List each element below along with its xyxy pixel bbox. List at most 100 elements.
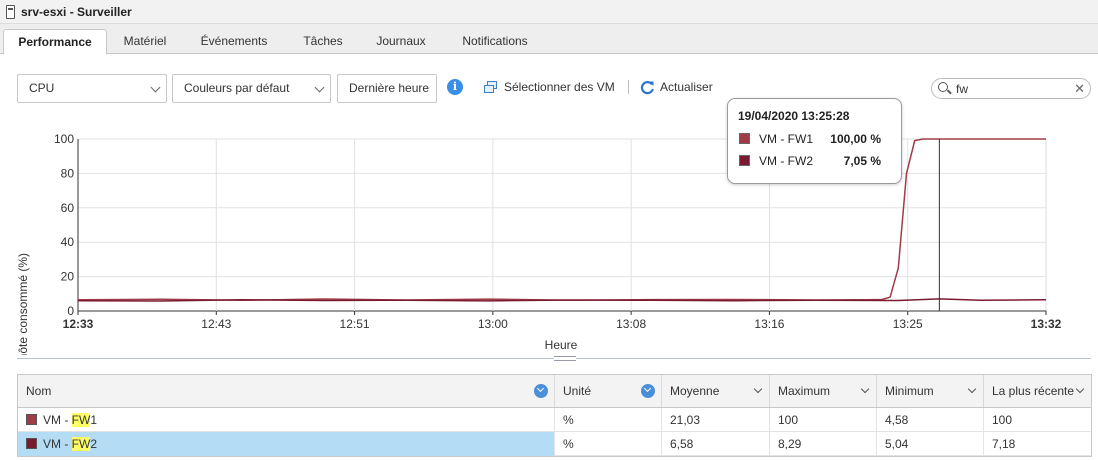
column-header-name[interactable]: Nom	[18, 375, 555, 407]
y-tick-label: 80	[61, 166, 75, 180]
tab-journaux[interactable]: Journaux	[366, 29, 436, 54]
column-menu-icon[interactable]	[534, 384, 548, 398]
column-header-label: Moyenne	[670, 384, 720, 398]
column-menu-icon[interactable]	[641, 384, 655, 398]
column-header-label: Unité	[563, 384, 592, 398]
cell-maximum: 8,29	[770, 432, 877, 456]
clear-icon[interactable]: ✕	[1074, 81, 1085, 96]
tooltip-series-name: VM - FW1	[759, 132, 813, 146]
series-color-swatch	[739, 155, 750, 166]
row-name-prefix: VM -	[43, 437, 72, 451]
tooltip-timestamp: 19/04/2020 13:25:28	[738, 109, 850, 123]
tab-notifications[interactable]: Notifications	[452, 29, 538, 54]
info-icon[interactable]: i	[447, 79, 463, 95]
table-row[interactable]: VM - FW1 % 21,03 100 4,58 100	[18, 408, 1091, 432]
cell-latest: 100	[992, 413, 1013, 427]
color-scheme-select[interactable]: Couleurs par défaut	[172, 74, 331, 103]
tab-evenements[interactable]: Événements	[190, 29, 278, 54]
series-color-swatch	[26, 414, 37, 425]
x-tick-label: 12:33	[63, 317, 94, 331]
x-tick-label: 12:43	[201, 317, 231, 331]
vm-select-icon	[484, 81, 497, 93]
column-header-minimum[interactable]: Minimum	[877, 375, 984, 407]
search-box[interactable]: ✕	[931, 78, 1091, 99]
window-titlebar: srv-esxi - Surveiller	[0, 0, 1098, 24]
metric-select[interactable]: CPU	[17, 74, 167, 103]
cell-minimum: 4,58	[877, 408, 984, 432]
cell-latest: 7,18	[992, 437, 1016, 451]
y-tick-label: 20	[61, 270, 75, 284]
column-header-latest[interactable]: La plus récente	[984, 375, 1091, 407]
toolbar-separator	[628, 80, 629, 94]
tab-taches[interactable]: Tâches	[292, 29, 354, 54]
x-tick-label: 13:00	[478, 317, 508, 331]
x-tick-label: 13:08	[616, 317, 646, 331]
column-header-unit[interactable]: Unité	[555, 375, 662, 407]
tab-bar: Performance Matériel Événements Tâches J…	[0, 24, 1098, 55]
column-header-label: La plus récente	[992, 384, 1075, 398]
x-tick-label: 13:32	[1031, 317, 1062, 331]
series-line-2[interactable]	[77, 298, 1047, 302]
row-name-suffix: 2	[90, 437, 98, 451]
row-name-prefix: VM -	[43, 413, 72, 427]
chart-tooltip: 19/04/2020 13:25:28 VM - FW1 100,00 % VM…	[727, 98, 902, 184]
search-icon	[938, 82, 948, 92]
cell-average: 6,58	[662, 432, 770, 456]
period-value: Dernière heure	[349, 81, 430, 95]
search-highlight: FW	[71, 437, 91, 451]
x-axis-ticks: 12:33 12:43 12:51 13:00 13:08 13:16 13:25 13:32	[63, 317, 1062, 331]
tooltip-series-name: VM - FW2	[759, 154, 813, 168]
y-tick-label: 0	[67, 304, 74, 318]
tab-materiel[interactable]: Matériel	[110, 29, 180, 54]
column-header-average[interactable]: Moyenne	[662, 375, 770, 407]
series-color-swatch	[26, 438, 37, 449]
refresh-icon	[640, 80, 654, 94]
cell-unit: %	[555, 432, 662, 456]
period-select[interactable]: Dernière heure	[337, 74, 437, 103]
tooltip-series-value: 100,00 %	[830, 132, 881, 146]
select-vms-label: Sélectionner des VM	[504, 80, 615, 94]
table-header: Nom Unité Moyenne Maximum Minimum La plu…	[18, 375, 1091, 408]
resize-handle[interactable]	[554, 356, 576, 361]
cell-unit: %	[555, 408, 662, 432]
column-header-label: Maximum	[778, 384, 831, 398]
window-title: srv-esxi - Surveiller	[21, 4, 132, 19]
chevron-down-icon[interactable]	[1075, 384, 1085, 394]
host-icon	[6, 4, 15, 19]
y-tick-label: 100	[54, 132, 74, 146]
color-scheme-value: Couleurs par défaut	[184, 81, 290, 95]
cell-name: VM - FW1	[18, 408, 555, 432]
tab-performance[interactable]: Performance	[3, 29, 107, 55]
series-color-swatch	[739, 133, 750, 144]
search-highlight: FW	[71, 413, 91, 427]
cell-minimum: 5,04	[877, 432, 984, 456]
column-header-maximum[interactable]: Maximum	[770, 375, 877, 407]
tooltip-row: VM - FW1 100,00 %	[739, 132, 899, 146]
chevron-down-icon[interactable]	[967, 384, 977, 394]
metrics-table: Nom Unité Moyenne Maximum Minimum La plu…	[17, 374, 1092, 457]
chevron-down-icon[interactable]	[860, 384, 870, 394]
x-tick-label: 13:16	[754, 317, 784, 331]
column-header-label: Minimum	[885, 384, 934, 398]
y-axis-label: CPU hôte consommé (%)	[16, 253, 30, 355]
chevron-down-icon	[314, 82, 325, 93]
x-tick-label: 12:51	[340, 317, 370, 331]
x-axis-label: Heure	[545, 338, 578, 352]
y-axis-ticks: 100 80 60 40 20 0	[54, 132, 74, 318]
tooltip-series-value: 7,05 %	[843, 154, 881, 168]
chevron-down-icon	[150, 82, 161, 93]
search-input[interactable]	[954, 80, 1072, 97]
chevron-down-icon[interactable]	[753, 384, 763, 394]
row-name-suffix: 1	[90, 413, 98, 427]
select-vms-button[interactable]: Sélectionner des VM	[483, 78, 615, 96]
cell-maximum: 100	[770, 408, 877, 432]
column-header-label: Nom	[26, 384, 52, 398]
y-tick-label: 60	[61, 201, 75, 215]
cell-average: 21,03	[662, 408, 770, 432]
cpu-chart[interactable]: 100 80 60 40 20 0 12:33 12:43 12:51 13:00 13:08 13…	[0, 110, 1098, 355]
x-tick-label: 13:25	[893, 317, 923, 331]
refresh-button[interactable]: Actualiser	[640, 78, 713, 96]
table-row[interactable]: VM - FW2 % 6,58 8,29 5,04 7,18	[18, 432, 1091, 456]
cell-name: VM - FW2	[18, 432, 555, 456]
metric-select-value: CPU	[29, 81, 55, 95]
